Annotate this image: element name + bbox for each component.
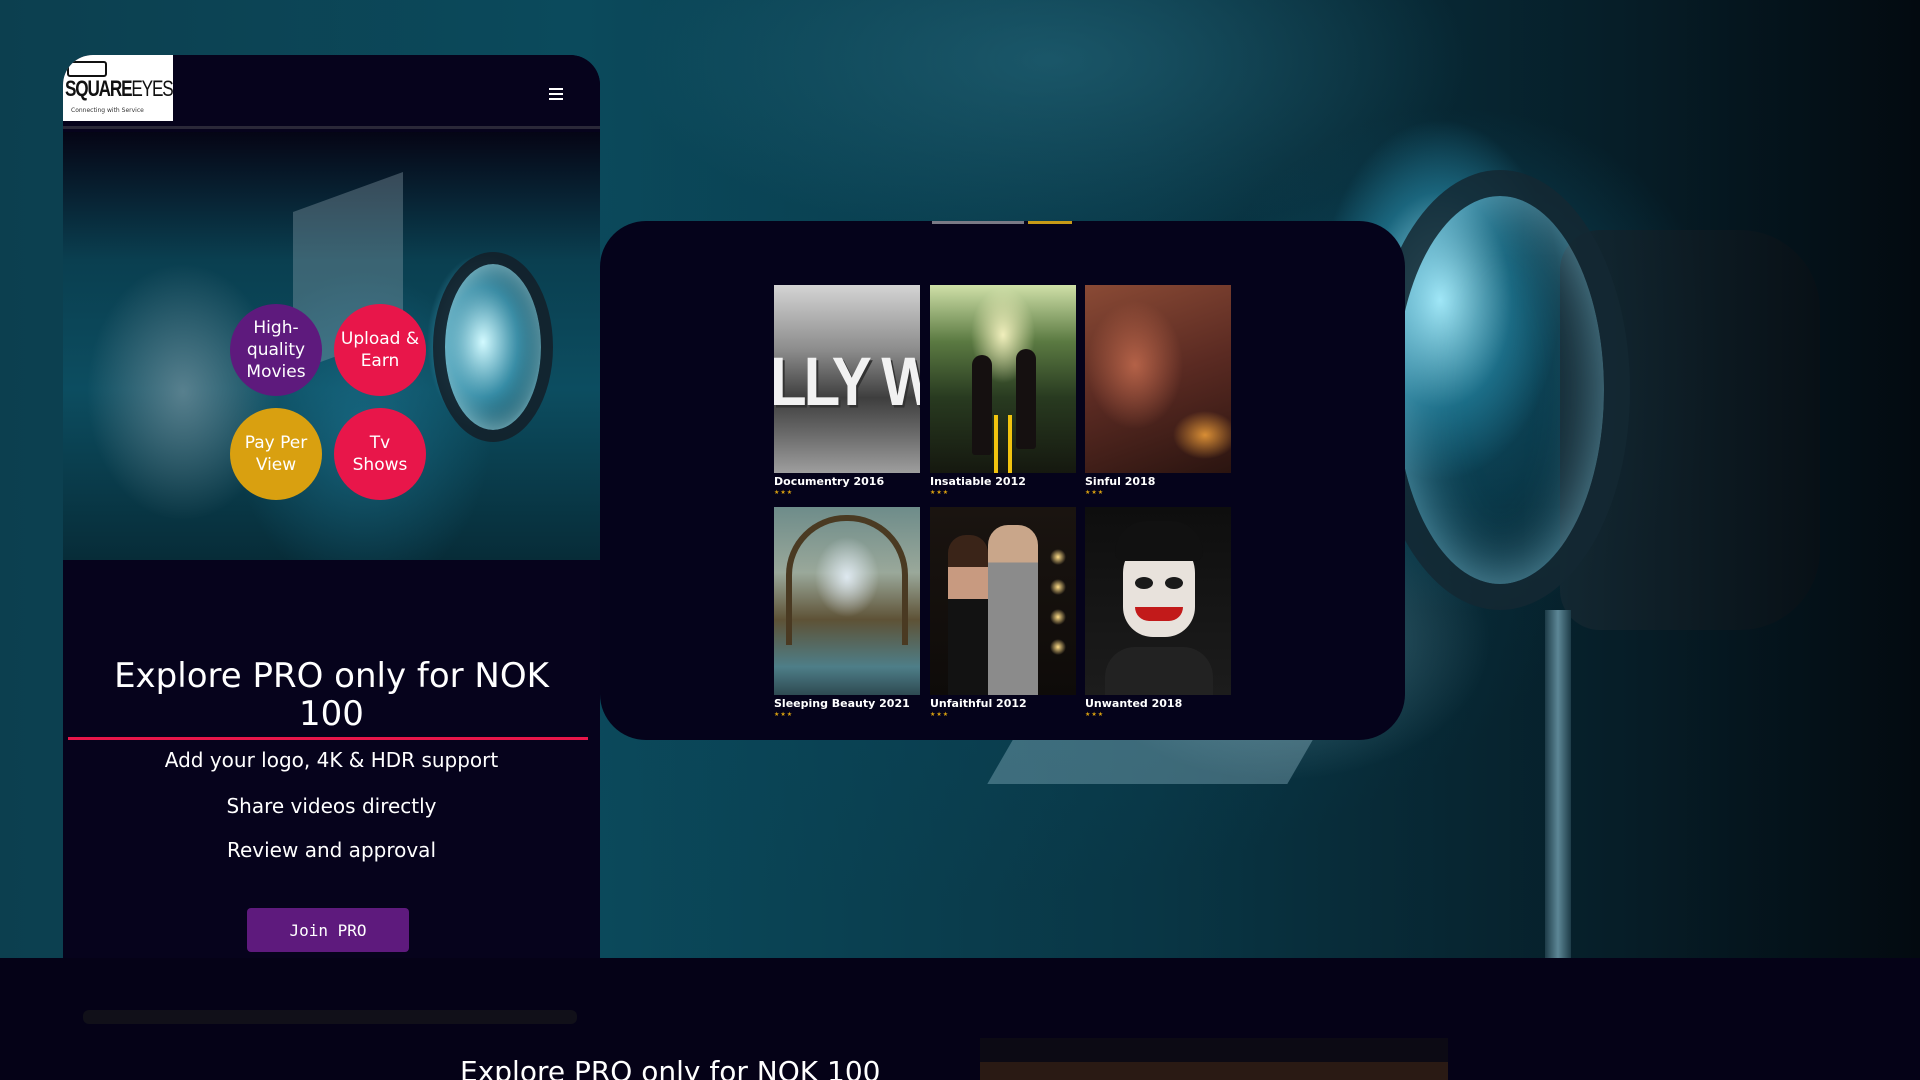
- section-image: [980, 1038, 1448, 1080]
- rating-stars-icon: ★★★: [930, 711, 950, 718]
- movie-card-unfaithful[interactable]: Unfaithful 2012 ★★★: [930, 507, 1076, 718]
- rating-stars-icon: ★★★: [774, 489, 794, 496]
- logo-eyes-icon: [67, 61, 107, 77]
- tablet-tab-indicators: [932, 221, 1082, 224]
- promo-divider: [68, 737, 588, 740]
- background-lamp-lens: [1370, 170, 1630, 610]
- logo-text: SQUAREEYES: [65, 76, 174, 101]
- movie-title: Unwanted 2018: [1085, 697, 1183, 710]
- movie-title: Documentry 2016: [774, 475, 885, 488]
- phone-mockup: SQUAREEYES Connecting with Service High-…: [63, 55, 600, 958]
- site-header: SQUAREEYES Connecting with Service: [63, 55, 600, 129]
- rating-stars-icon: ★★★: [1085, 489, 1105, 496]
- movie-title: Sinful 2018: [1085, 475, 1156, 488]
- movie-poster: LLY W: [774, 285, 920, 473]
- feature-tv-shows[interactable]: Tv Shows: [334, 408, 426, 500]
- movie-card-insatiable[interactable]: Insatiable 2012 ★★★: [930, 285, 1076, 496]
- movie-poster: [1085, 285, 1231, 473]
- rating-stars-icon: ★★★: [1085, 711, 1105, 718]
- movie-card-sinful[interactable]: Sinful 2018 ★★★: [1085, 285, 1231, 496]
- movie-poster: [774, 507, 920, 695]
- feature-upload-earn[interactable]: Upload & Earn: [334, 304, 426, 396]
- tab-indicator-1[interactable]: [932, 221, 1024, 224]
- movie-title: Unfaithful 2012: [930, 697, 1027, 710]
- movie-title: Sleeping Beauty 2021: [774, 697, 910, 710]
- movie-card-unwanted[interactable]: Unwanted 2018 ★★★: [1085, 507, 1231, 718]
- promo-feature-share: Share videos directly: [226, 794, 437, 818]
- promo-feature-review: Review and approval: [226, 838, 436, 862]
- background-lamp-stand: [1545, 610, 1571, 960]
- movie-poster: [1085, 507, 1231, 695]
- hero-banner: High-quality Movies Upload & Earn Pay Pe…: [63, 132, 600, 560]
- promo-feature-logo-4k: Add your logo, 4K & HDR support: [164, 748, 499, 772]
- movie-poster: [930, 507, 1076, 695]
- promo-title: Explore PRO only for NOK 100: [114, 656, 549, 734]
- menu-button[interactable]: [543, 83, 569, 105]
- background-barn-door: [987, 740, 1313, 784]
- logo-tagline: Connecting with Service: [71, 107, 144, 114]
- hero-lamp-lens: [433, 252, 553, 442]
- feature-pay-per-view[interactable]: Pay Per View: [230, 408, 322, 500]
- site-logo[interactable]: SQUAREEYES Connecting with Service: [63, 55, 174, 121]
- poster-sign-text: LLY W: [774, 342, 920, 421]
- movie-title: Insatiable 2012: [930, 475, 1026, 488]
- hamburger-menu-icon: [549, 88, 563, 100]
- rating-stars-icon: ★★★: [774, 711, 794, 718]
- movie-card-documentry[interactable]: LLY W Documentry 2016 ★★★: [774, 285, 920, 496]
- movie-poster: [930, 285, 1076, 473]
- movie-card-sleeping-beauty[interactable]: Sleeping Beauty 2021 ★★★: [774, 507, 920, 718]
- tablet-mockup: LLY W Documentry 2016 ★★★ Insatiable 201…: [600, 221, 1405, 740]
- section-divider-bar: [83, 1010, 577, 1024]
- section-title: Explore PRO only for NOK 100: [460, 1055, 881, 1080]
- feature-high-quality-movies[interactable]: High-quality Movies: [230, 304, 322, 396]
- join-pro-button[interactable]: Join PRO: [247, 908, 409, 952]
- tab-indicator-2[interactable]: [1028, 221, 1072, 224]
- rating-stars-icon: ★★★: [930, 489, 950, 496]
